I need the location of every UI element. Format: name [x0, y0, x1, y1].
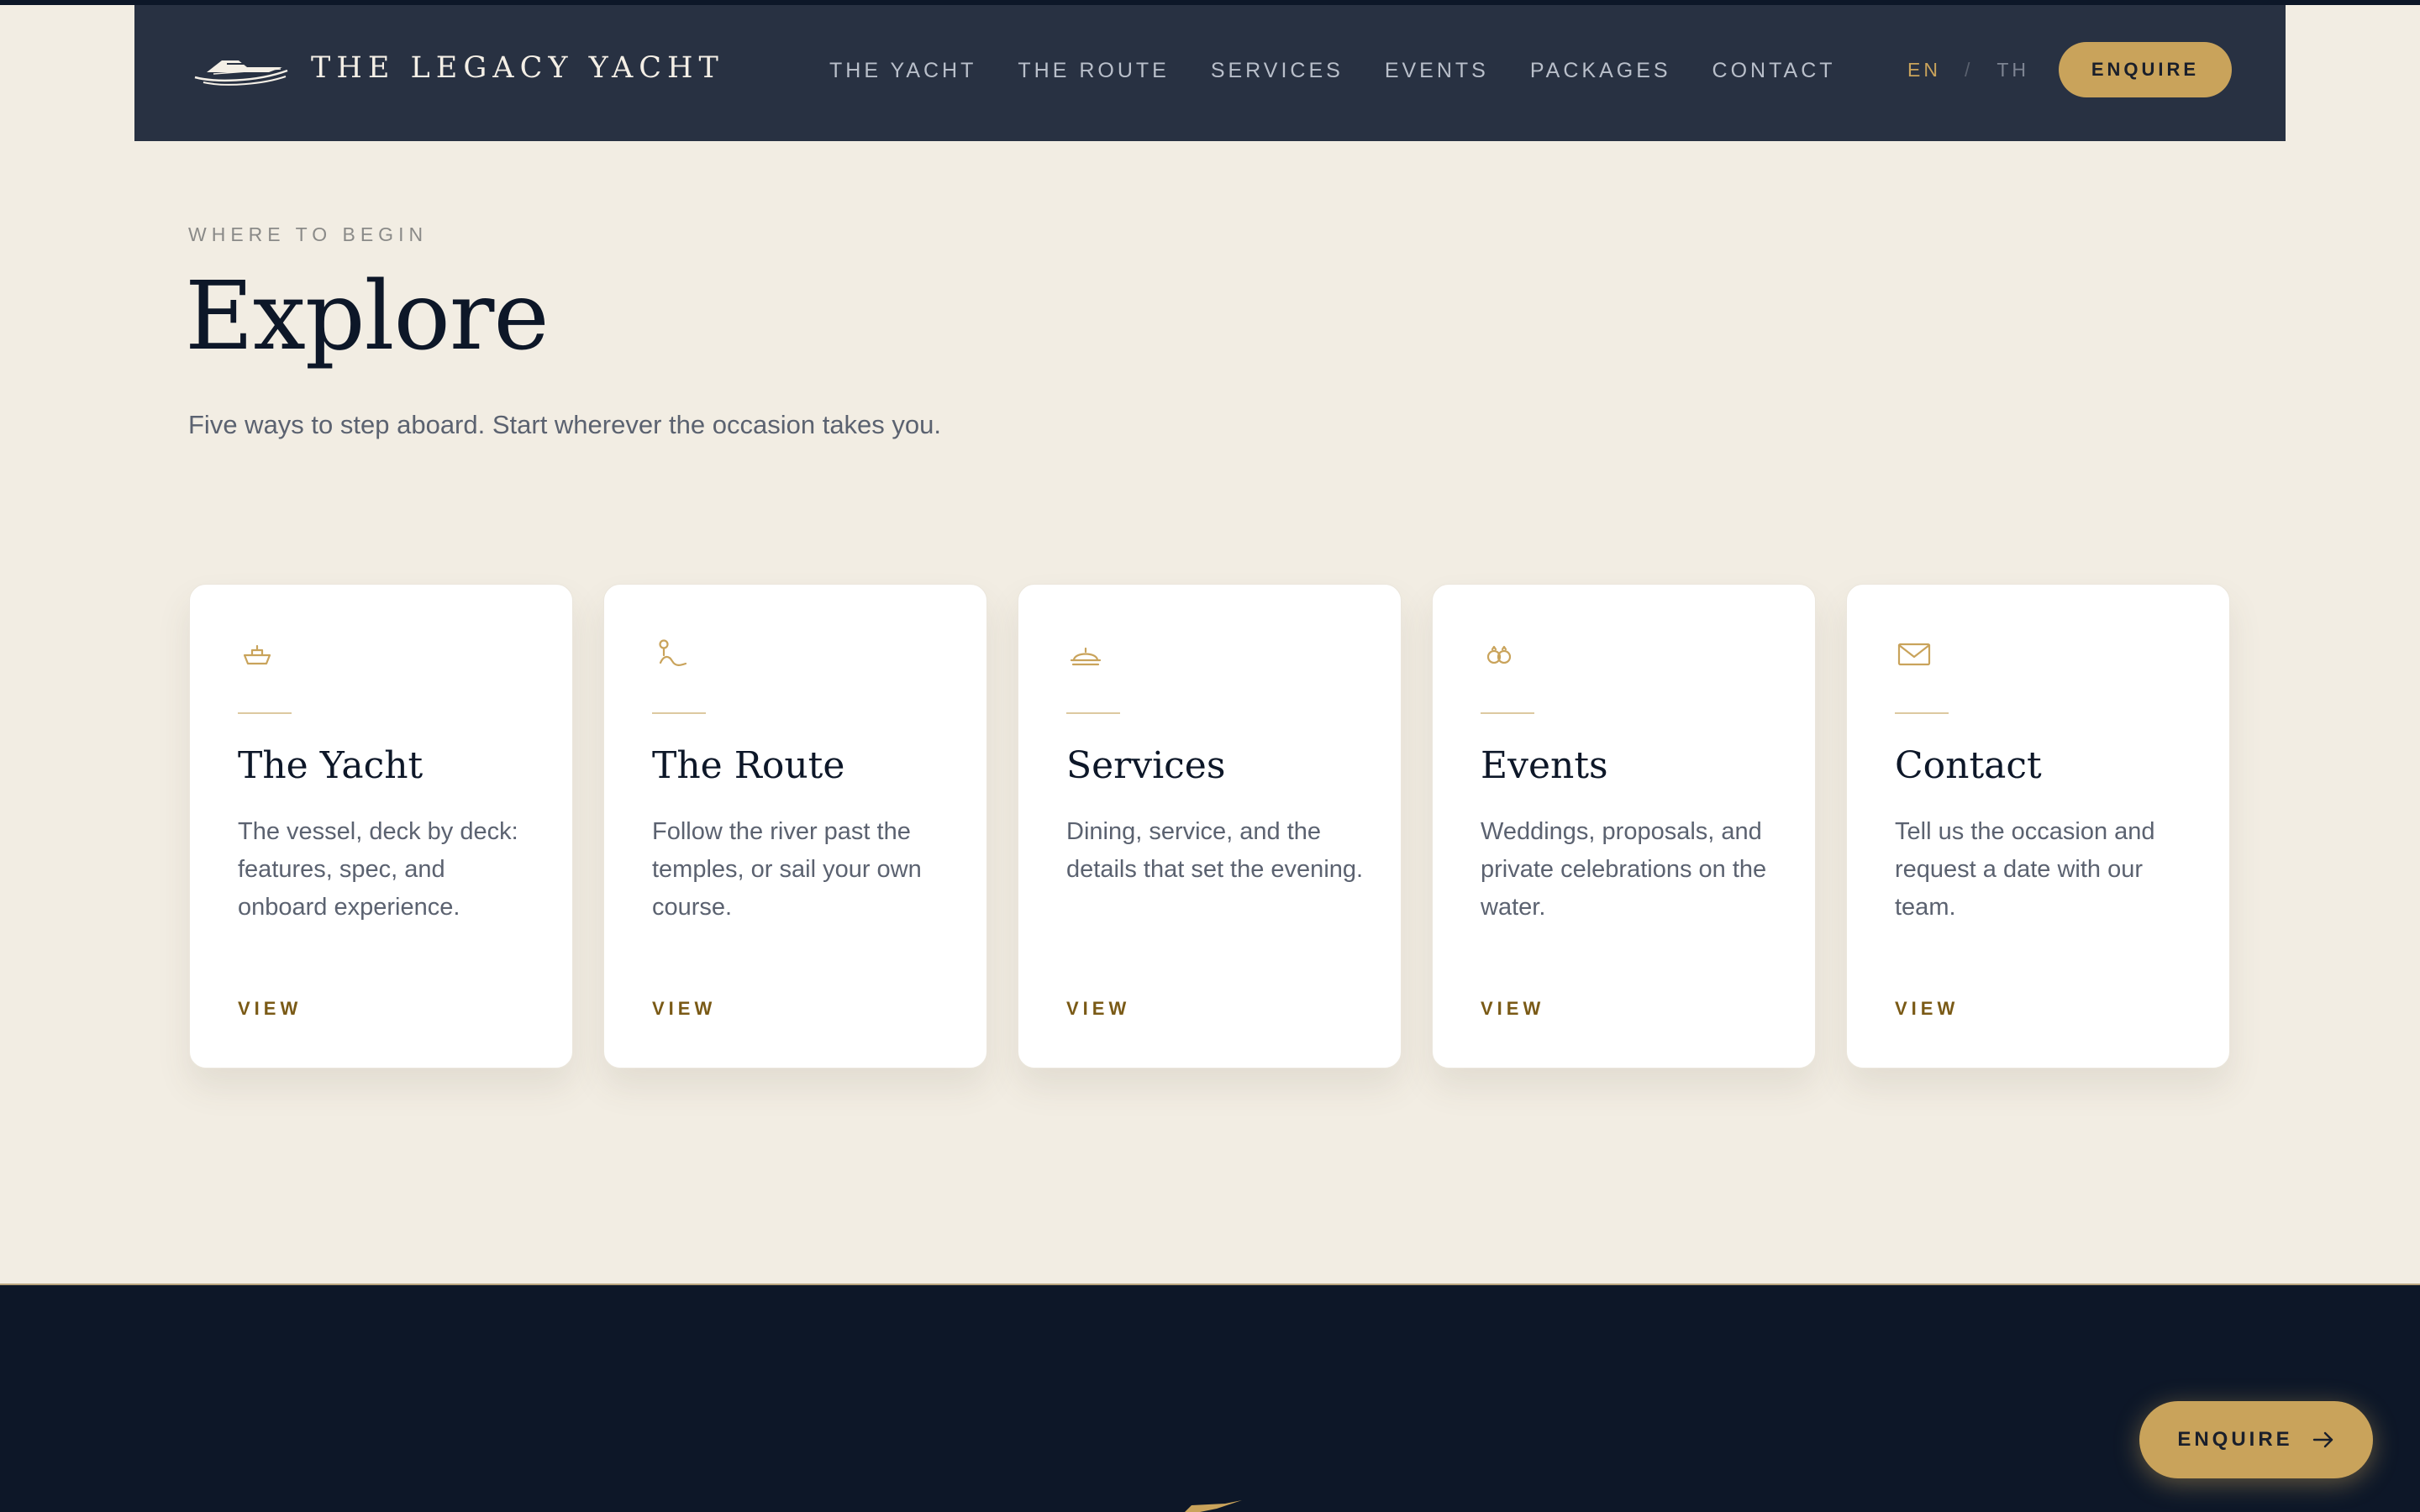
boat-icon [243, 644, 271, 665]
yacht-logo-icon [1185, 1500, 1242, 1512]
nav-item-contact[interactable]: CONTACT [1712, 59, 1836, 83]
nav-item-the-route[interactable]: THE ROUTE [1018, 59, 1169, 83]
floating-enquire-button[interactable]: ENQUIRE [2139, 1401, 2373, 1478]
card-the-route[interactable]: The Route Follow the river past the temp… [603, 584, 987, 1068]
card-description: Dining, service, and the details that se… [1066, 818, 1364, 883]
explore-cards: The Yacht The vessel, deck by deck: feat… [189, 584, 2230, 1068]
nav-item-services[interactable]: SERVICES [1211, 59, 1344, 83]
card-title: Services [1066, 744, 1226, 787]
card-description: Weddings, proposals, and private celebra… [1481, 818, 1767, 921]
card-title: Contact [1895, 744, 2042, 787]
page-title: Explore [185, 262, 550, 371]
page-subtitle: Five ways to step aboard. Start wherever… [188, 410, 942, 439]
nav-item-the-yacht[interactable]: THE YACHT [829, 59, 976, 83]
card-title: Events [1481, 744, 1608, 787]
nav-item-packages[interactable]: PACKAGES [1530, 59, 1671, 83]
card-description: Tell us the occasion and request a date … [1895, 818, 2155, 921]
eyebrow: WHERE TO BEGIN [188, 223, 429, 245]
card-divider [1066, 712, 1120, 714]
card-view-link[interactable]: VIEW [1066, 998, 1130, 1020]
card-title: The Yacht [238, 744, 424, 787]
card-divider [652, 712, 706, 714]
card-events[interactable]: Events Weddings, proposals, and private … [1432, 584, 1816, 1068]
card-the-yacht[interactable]: The Yacht The vessel, deck by deck: feat… [189, 584, 573, 1068]
site-header: THE LEGACY YACHT THE YACHT THE ROUTE SER… [134, 5, 2286, 141]
card-description: Follow the river past the temples, or sa… [652, 818, 922, 921]
card-view-link[interactable]: VIEW [238, 998, 302, 1020]
rings-icon [1486, 645, 1512, 664]
card-divider [1481, 712, 1534, 714]
card-divider [1895, 712, 1949, 714]
floating-enquire-label: ENQUIRE [2177, 1428, 2293, 1451]
card-contact[interactable]: Contact Tell us the occasion and request… [1846, 584, 2230, 1068]
card-view-link[interactable]: VIEW [1481, 998, 1544, 1020]
site-footer [0, 1284, 2420, 1512]
lang-th-button[interactable]: TH [1996, 59, 2029, 81]
main-nav: THE YACHT THE ROUTE SERVICES EVENTS PACK… [829, 59, 1836, 83]
route-pin-icon [659, 639, 687, 666]
card-title: The Route [652, 744, 845, 787]
header-enquire-button[interactable]: ENQUIRE [2059, 42, 2232, 97]
brand-name: THE LEGACY YACHT [311, 51, 724, 85]
cloche-icon [1070, 647, 1102, 666]
card-description: The vessel, deck by deck: features, spec… [238, 818, 518, 921]
card-divider [238, 712, 292, 714]
card-view-link[interactable]: VIEW [1895, 998, 1959, 1020]
arrow-right-icon [2312, 1431, 2333, 1448]
envelope-icon [1897, 643, 1931, 666]
nav-item-events[interactable]: EVENTS [1385, 59, 1489, 83]
lang-separator: / [1964, 59, 1974, 81]
yacht-logo-icon [194, 60, 288, 86]
card-view-link[interactable]: VIEW [652, 998, 716, 1020]
language-switcher: EN / TH [1907, 59, 2029, 81]
lang-en-button[interactable]: EN [1907, 59, 1941, 81]
brand[interactable]: THE LEGACY YACHT [188, 49, 724, 87]
card-services[interactable]: Services Dining, service, and the detail… [1018, 584, 1402, 1068]
